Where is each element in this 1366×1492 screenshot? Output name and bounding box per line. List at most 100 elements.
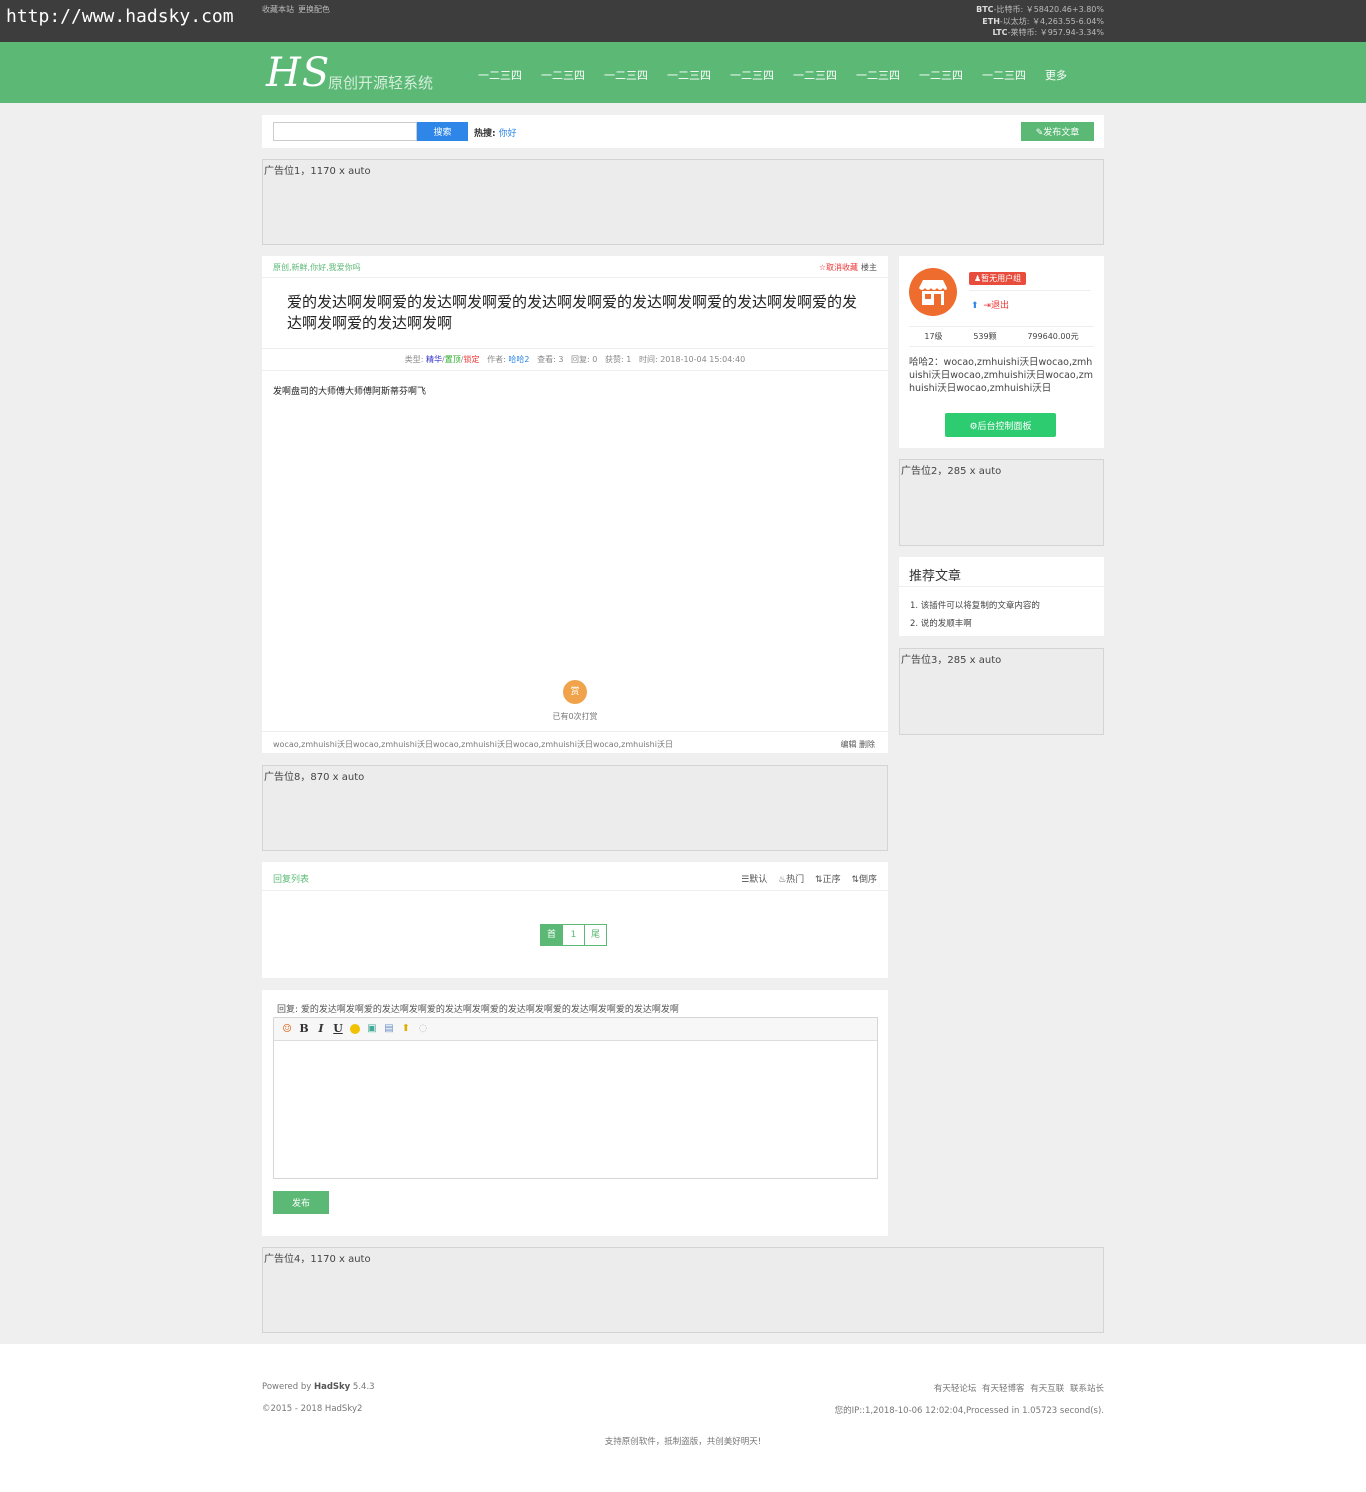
footer-link[interactable]: 有天互联: [1030, 1384, 1064, 1394]
type-locked[interactable]: 锁定: [463, 355, 479, 364]
footer-link[interactable]: 联系站长: [1070, 1384, 1104, 1394]
reward-icon[interactable]: 赏: [563, 680, 587, 704]
list-item[interactable]: 1. 该插件可以将复制的文章内容的: [910, 597, 1040, 615]
reply-submit-button[interactable]: 发布: [273, 1191, 329, 1214]
article-actions: ☆取消收藏 楼主: [819, 262, 877, 273]
recommended-articles: 推荐文章 1. 该插件可以将复制的文章内容的 2. 说的发顺丰啊: [899, 557, 1104, 636]
nav-item[interactable]: 一二三四: [793, 67, 837, 83]
hot-search-link[interactable]: 你好: [499, 129, 517, 139]
reply-list-panel: 回复列表 ☰默认 ♨热门 ⇅正序 ⇅倒序 首 1 尾: [262, 862, 888, 978]
coin-row: ETH-以太坊: ￥4,263.55-6.04%: [982, 16, 1104, 26]
coin-row: LTC-莱特币: ￥957.94-3.34%: [992, 28, 1104, 37]
smiley-icon[interactable]: [350, 1024, 360, 1034]
url-watermark: http://www.hadsky.com: [6, 6, 234, 27]
bookmark-link[interactable]: 收藏本站: [262, 5, 294, 14]
user-stats: 17级 539颗 799640.00元: [909, 326, 1094, 347]
edit-link[interactable]: 编辑: [840, 740, 856, 749]
article-edit-actions: 编辑 删除: [840, 739, 875, 750]
nav-item[interactable]: 一二三四: [604, 67, 648, 83]
search-button[interactable]: 搜索: [417, 122, 468, 141]
ad-slot-1: 广告位1，1170 x auto: [262, 159, 1104, 245]
emoji-icon[interactable]: ☺: [280, 1022, 294, 1036]
nav-item[interactable]: 一二三四: [982, 67, 1026, 83]
nav-item[interactable]: 一二三四: [541, 67, 585, 83]
nav-item[interactable]: 一二三四: [478, 67, 522, 83]
file-icon[interactable]: ▤: [382, 1022, 396, 1036]
likes-count: 获赞: 1: [605, 355, 632, 364]
list-item[interactable]: 2. 说的发顺丰啊: [910, 615, 1040, 633]
page-number[interactable]: 1: [562, 924, 585, 946]
editor-content[interactable]: [274, 1041, 877, 1178]
upgrade-icon[interactable]: ⬆: [971, 301, 979, 311]
author-link[interactable]: 哈哈2: [508, 355, 529, 364]
user-points: 539颗: [973, 332, 997, 341]
delete-link[interactable]: 删除: [859, 740, 875, 749]
sort-default[interactable]: ☰默认: [741, 875, 767, 885]
nav-items: 一二三四 一二三四 一二三四 一二三四 一二三四 一二三四 一二三四 一二三四 …: [478, 67, 1086, 83]
nav-item[interactable]: 一二三四: [667, 67, 711, 83]
user-level: 17级: [924, 332, 943, 341]
divider: [969, 290, 1091, 291]
footer: Powered by HadSky 5.4.3 ©2015 - 2018 Had…: [0, 1344, 1366, 1492]
server-info: 您的IP::1,2018-10-06 12:02:04,Processed in…: [834, 1406, 1104, 1416]
coin-row: BTC-比特币: ￥58420.46+3.80%: [976, 5, 1104, 14]
hot-search: 热搜: 你好: [474, 129, 517, 139]
user-group-badge: ♟暂无用户组: [969, 272, 1027, 285]
logout-link[interactable]: ⇥退出: [983, 301, 1009, 311]
article-panel: 原创,新鲜,你好,我爱你吗 ☆取消收藏 楼主 爱的发达啊发啊爱的发达啊发啊爱的发达…: [262, 256, 888, 753]
code-icon[interactable]: ◌: [416, 1022, 430, 1036]
replies-count: 回复: 0: [571, 355, 598, 364]
recommended-list: 1. 该插件可以将复制的文章内容的 2. 说的发顺丰啊: [910, 597, 1040, 633]
article-title: 爱的发达啊发啊爱的发达啊发啊爱的发达啊发啊爱的发达啊发啊爱的发达啊发啊爱的发达啊…: [287, 293, 858, 332]
type-sticky[interactable]: 置顶: [445, 355, 461, 364]
divider: [899, 586, 1104, 587]
upload-icon[interactable]: ⬆: [399, 1022, 413, 1036]
user-signature: 哈哈2：wocao,zmhuishi沃日wocao,zmhuishi沃日woca…: [909, 357, 1093, 394]
admin-dashboard-button[interactable]: ⚙后台控制面板: [945, 413, 1056, 437]
nav-item-more[interactable]: 更多: [1045, 67, 1067, 83]
editor-toolbar: ☺ B I U ▣ ▤ ⬆ ◌: [274, 1018, 877, 1041]
ad-slot-2: 广告位2，285 x auto: [899, 459, 1104, 546]
image-icon[interactable]: ▣: [365, 1022, 379, 1036]
footer-link[interactable]: 有天轻论坛: [934, 1384, 977, 1394]
gear-icon: ⚙: [969, 420, 978, 431]
sort-desc[interactable]: ⇅倒序: [851, 875, 877, 885]
recommended-title: 推荐文章: [909, 569, 962, 584]
theme-link[interactable]: 更换配色: [298, 5, 330, 14]
article-tagline: wocao,zmhuishi沃日wocao,zmhuishi沃日wocao,zm…: [273, 740, 673, 749]
nav-item[interactable]: 一二三四: [730, 67, 774, 83]
logo-subtitle: 原创开源轻系统: [328, 74, 434, 92]
cancel-favorite-link[interactable]: ☆取消收藏: [819, 263, 858, 272]
footer-slogan: 支持原创软件，抵制盗版，共创美好明天!: [604, 1437, 762, 1447]
footer-link[interactable]: 有天轻博客: [982, 1384, 1025, 1394]
powered-by: Powered by HadSky 5.4.3: [262, 1382, 375, 1392]
coin-ticker: BTC-比特币: ￥58420.46+3.80% ETH-以太坊: ￥4,263…: [976, 4, 1104, 39]
top-links: 收藏本站 更换配色: [262, 4, 334, 15]
nav-item[interactable]: 一二三四: [856, 67, 900, 83]
search-bar: 搜索 热搜: 你好 ✎发布文章: [262, 115, 1104, 148]
avatar[interactable]: [909, 268, 957, 316]
ad-slot-3: 广告位3，285 x auto: [899, 648, 1104, 735]
logo[interactable]: HS: [266, 50, 330, 96]
hadsky-link[interactable]: HadSky: [314, 1382, 350, 1392]
user-money: 799640.00元: [1027, 332, 1079, 341]
publish-article-button[interactable]: ✎发布文章: [1021, 122, 1094, 141]
reply-sort: ☰默认 ♨热门 ⇅正序 ⇅倒序: [733, 872, 877, 885]
sort-asc[interactable]: ⇅正序: [815, 875, 841, 885]
search-input[interactable]: [273, 122, 417, 141]
reply-form: 回复: 爱的发达啊发啊爱的发达啊发啊爱的发达啊发啊爱的发达啊发啊爱的发达啊发啊爱…: [262, 990, 888, 1236]
bold-icon[interactable]: B: [297, 1022, 311, 1036]
italic-icon[interactable]: I: [314, 1022, 328, 1036]
user-card: ♟暂无用户组 ⬆ ⇥退出 17级 539颗 799640.00元 哈哈2：woc…: [899, 256, 1104, 448]
underline-icon[interactable]: U: [331, 1022, 345, 1036]
nav-item[interactable]: 一二三四: [919, 67, 963, 83]
ad-slot-8: 广告位8，870 x auto: [262, 765, 888, 851]
type-featured[interactable]: 精华: [426, 355, 442, 364]
top-bar: http://www.hadsky.com 收藏本站 更换配色 BTC-比特币: …: [0, 0, 1366, 42]
page-first[interactable]: 首: [540, 924, 563, 946]
article-tags[interactable]: 原创,新鲜,你好,我爱你吗: [273, 262, 361, 273]
sort-hot[interactable]: ♨热门: [778, 875, 804, 885]
page-last[interactable]: 尾: [584, 924, 607, 946]
main-nav: HS 原创开源轻系统 一二三四 一二三四 一二三四 一二三四 一二三四 一二三四…: [0, 42, 1366, 103]
user-actions: ⬆ ⇥退出: [971, 298, 1009, 311]
